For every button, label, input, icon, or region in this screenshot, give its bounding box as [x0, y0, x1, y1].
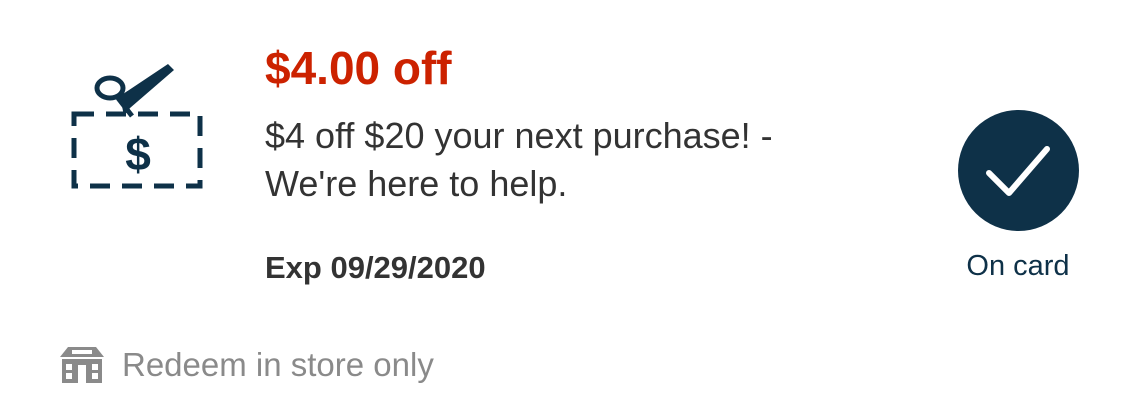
redeem-text: Redeem in store only — [122, 346, 434, 383]
clipped-status-button[interactable]: On card — [940, 110, 1096, 284]
checkmark-icon — [957, 110, 1079, 231]
offer-description-line: $4 off $20 your next purchase! - — [265, 115, 773, 156]
offer-title: $4.00 off — [265, 42, 452, 94]
status-label: On card — [966, 250, 1070, 282]
coupon-scissors-icon: $ — [68, 58, 208, 194]
redeem-info: Redeem in store only — [58, 344, 434, 386]
dollar-glyph: $ — [125, 128, 151, 180]
store-icon — [58, 345, 106, 385]
expiry-date: Exp 09/29/2020 — [265, 250, 486, 285]
offer-description: $4 off $20 your next purchase! - We're h… — [265, 112, 905, 208]
offer-description-line: We're here to help. — [265, 163, 568, 204]
